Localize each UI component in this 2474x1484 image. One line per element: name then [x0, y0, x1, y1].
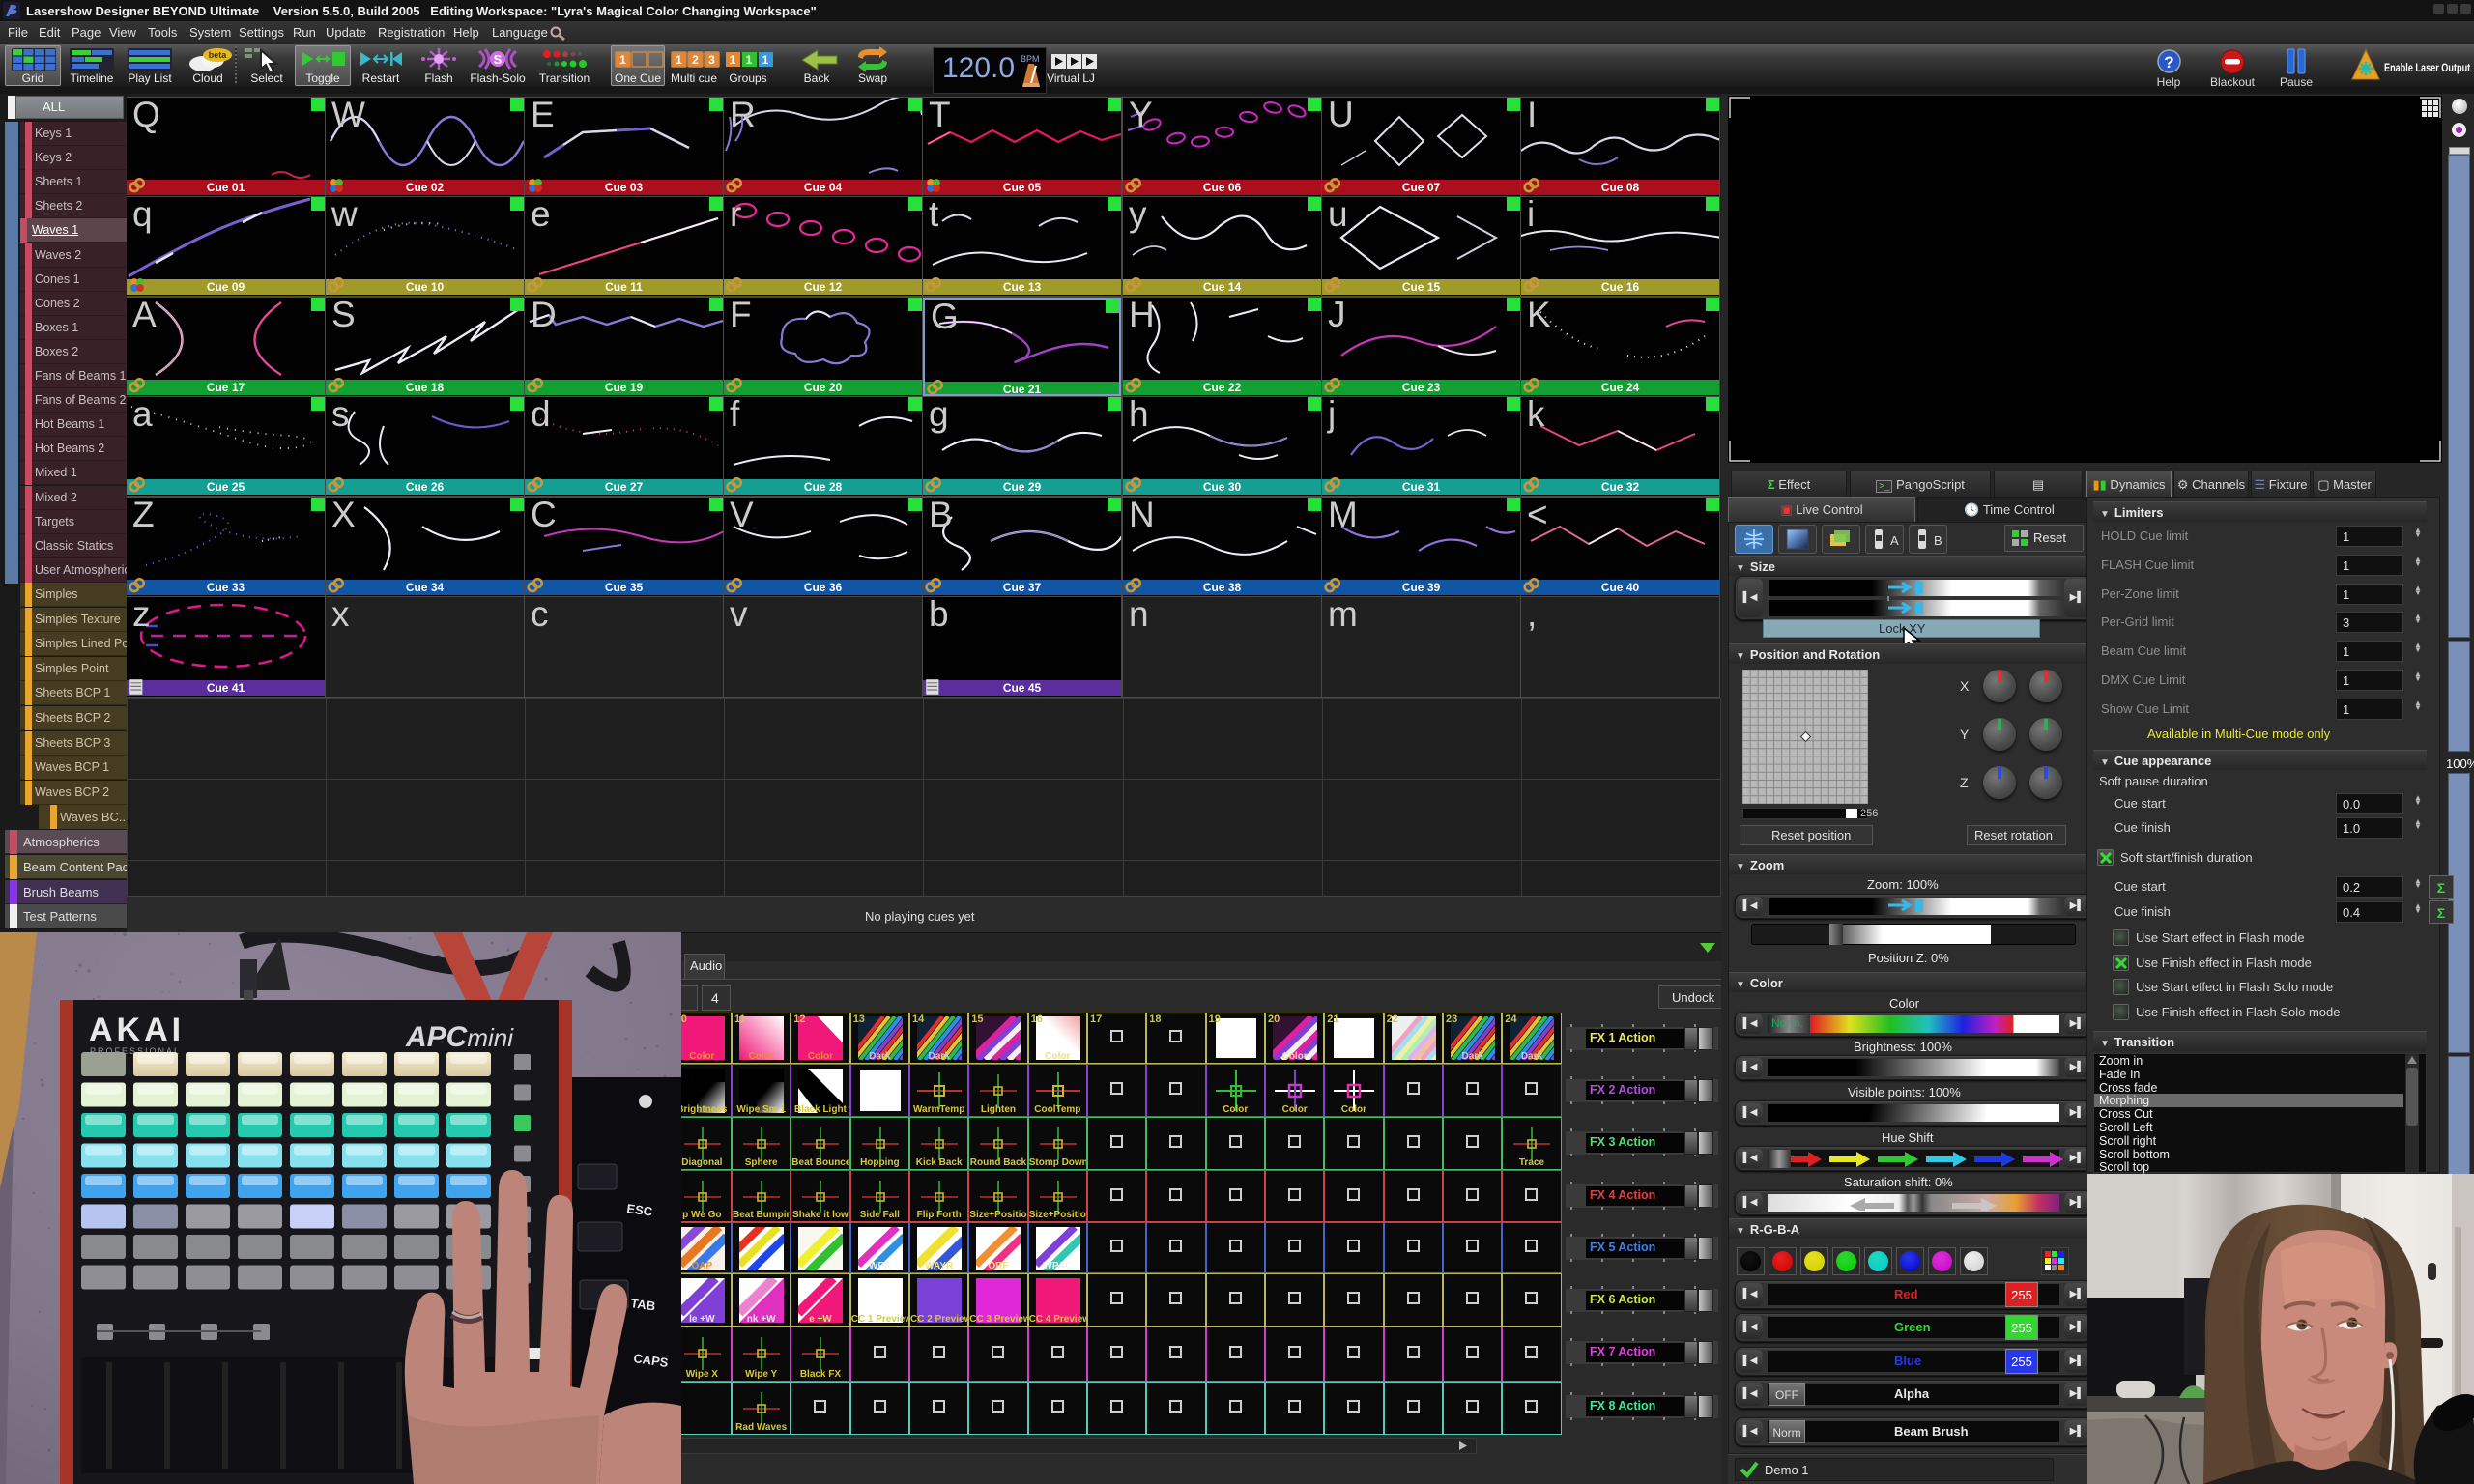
svg-text:2: 2 [692, 53, 699, 67]
svg-text:1: 1 [746, 53, 753, 67]
svg-text:?: ? [2164, 53, 2173, 71]
svg-text:A: A [1890, 533, 1899, 548]
svg-text:APCmini: APCmini [405, 1021, 514, 1053]
svg-text:B: B [1934, 533, 1942, 548]
svg-text:1: 1 [762, 53, 769, 67]
svg-text:3: 3 [708, 53, 715, 67]
svg-text:beta: beta [209, 50, 228, 60]
svg-text:S: S [494, 52, 503, 67]
svg-text:1: 1 [619, 53, 626, 67]
svg-text:1: 1 [676, 53, 682, 67]
svg-text:1: 1 [730, 53, 736, 67]
svg-text:AKAI: AKAI [89, 1012, 185, 1048]
